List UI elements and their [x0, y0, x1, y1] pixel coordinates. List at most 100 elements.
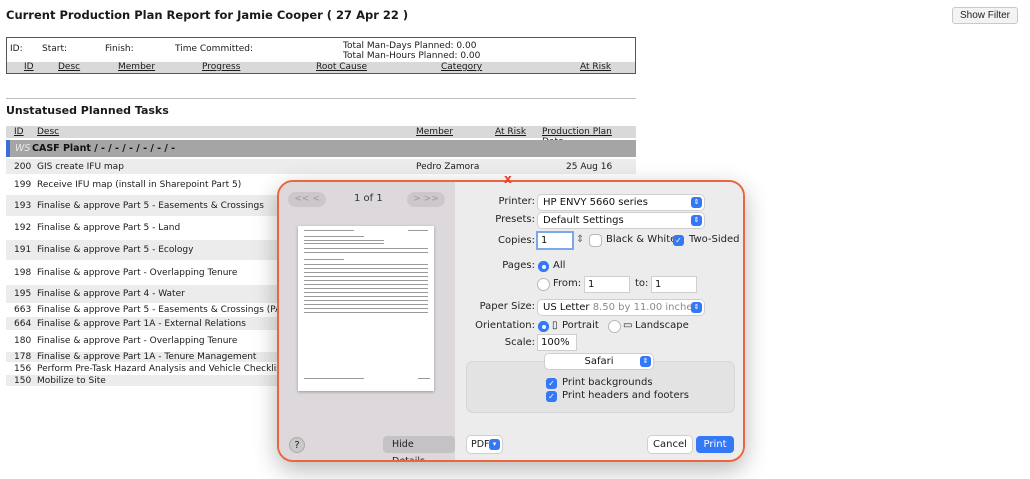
copies-input[interactable]: 1 — [538, 233, 572, 248]
print-headers-label: Print headers and footers — [562, 390, 689, 401]
portrait-icon: ▯ — [552, 320, 558, 331]
summary-finish-label: Finish: — [105, 44, 134, 54]
summary-col-category[interactable]: Category — [441, 62, 482, 72]
task-id: 156 — [14, 364, 32, 374]
task-desc: Finalise & approve Part 5 - Ecology — [37, 245, 194, 255]
preview-line — [304, 312, 428, 313]
printer-value: HP ENVY 5660 series — [543, 197, 648, 208]
task-desc: Finalise & approve Part 1A - External Re… — [37, 319, 246, 329]
hide-details-button[interactable]: Hide Details — [383, 436, 455, 460]
task-id: 192 — [14, 223, 32, 233]
landscape-label: Landscape — [635, 320, 689, 331]
printer-label: Printer: — [498, 196, 535, 207]
total-man-hours: Total Man-Hours Planned: 0.00 — [343, 51, 481, 61]
preview-line — [304, 272, 428, 273]
presets-select[interactable]: Default Settings ⇕ — [538, 213, 704, 228]
workstream-name: CASF Plant / - / - / - / - / - / - — [32, 143, 176, 154]
cancel-button[interactable]: Cancel — [648, 436, 692, 453]
presets-label: Presets: — [495, 214, 535, 225]
landscape-radio[interactable] — [609, 321, 620, 332]
task-id: 195 — [14, 289, 32, 299]
task-id: 193 — [14, 201, 32, 211]
tasks-col-id[interactable]: ID — [14, 127, 24, 137]
unstatused-section-title: Unstatused Planned Tasks — [6, 104, 169, 117]
print-backgrounds-label: Print backgrounds — [562, 377, 653, 388]
tasks-col-member[interactable]: Member — [416, 127, 453, 137]
summary-box: ID: Start: Finish: Time Committed: Total… — [6, 37, 636, 74]
printer-select[interactable]: HP ENVY 5660 series ⇕ — [538, 195, 704, 210]
preview-line — [304, 236, 364, 237]
next-page-button[interactable]: > >> — [407, 192, 445, 207]
paper-size-select[interactable]: US Letter 8.50 by 11.00 inches ⇕ — [538, 300, 704, 315]
preview-line — [304, 230, 354, 231]
app-section-select[interactable]: Safari ⇕ — [545, 354, 653, 369]
task-id: 198 — [14, 268, 32, 278]
task-desc: GIS create IFU map — [37, 162, 124, 172]
pages-range-radio[interactable] — [538, 279, 549, 290]
preview-line — [304, 240, 384, 241]
chevron-down-icon: ▾ — [489, 439, 500, 450]
page-count: 1 of 1 — [354, 193, 383, 204]
preview-line — [304, 308, 428, 309]
total-man-days: Total Man-Days Planned: 0.00 — [343, 41, 477, 51]
chevron-updown-icon: ⇕ — [691, 302, 702, 313]
paper-size-label: Paper Size: — [479, 301, 535, 312]
help-button[interactable]: ? — [289, 437, 305, 453]
task-desc: Finalise & approve Part 5 - Land — [37, 223, 181, 233]
black-white-checkbox[interactable] — [590, 235, 601, 246]
scale-input[interactable]: 100% — [538, 335, 576, 350]
workstream-prefix: WS — [15, 143, 31, 154]
print-button[interactable]: Print — [696, 436, 734, 453]
portrait-radio[interactable] — [538, 321, 549, 332]
pages-to-input[interactable]: 1 — [652, 277, 696, 292]
tasks-col-desc[interactable]: Desc — [37, 127, 59, 137]
summary-col-member[interactable]: Member — [118, 62, 155, 72]
app-section-value: Safari — [584, 356, 614, 367]
black-white-label: Black & White — [606, 234, 677, 245]
tasks-col-at-risk[interactable]: At Risk — [495, 127, 526, 137]
pages-from-input[interactable]: 1 — [585, 277, 629, 292]
two-sided-checkbox[interactable]: ✓ — [673, 235, 684, 246]
summary-col-id[interactable]: ID — [24, 62, 34, 72]
task-desc: Mobilize to Site — [37, 376, 106, 386]
print-backgrounds-checkbox[interactable]: ✓ — [546, 378, 557, 389]
preview-pane: << < 1 of 1 > >> ? Hide Details — [279, 182, 455, 460]
preview-line — [304, 288, 428, 289]
close-icon[interactable]: x — [504, 172, 512, 186]
copies-stepper-icon[interactable]: ⇕ — [576, 234, 584, 245]
task-id: 200 — [14, 162, 32, 172]
chevron-updown-icon: ⇕ — [691, 197, 702, 208]
summary-col-desc[interactable]: Desc — [58, 62, 80, 72]
page-preview-thumbnail[interactable] — [298, 226, 434, 391]
summary-col-at-risk[interactable]: At Risk — [580, 62, 611, 72]
task-desc: Receive IFU map (install in Sharepoint P… — [37, 180, 242, 190]
print-headers-checkbox[interactable]: ✓ — [546, 391, 557, 402]
task-id: 191 — [14, 245, 32, 255]
preview-line — [304, 264, 428, 265]
copies-label: Copies: — [498, 235, 535, 246]
pdf-menu-button[interactable]: PDF ▾ — [467, 436, 502, 453]
tasks-table-header: ID Desc Member At Risk Production Plan D… — [6, 126, 636, 147]
prev-page-button[interactable]: << < — [288, 192, 326, 207]
preview-line — [304, 296, 428, 297]
task-member: Pedro Zamora — [416, 162, 480, 172]
table-row[interactable]: 200 GIS create IFU map Pedro Zamora 25 Aug … — [6, 159, 636, 175]
presets-value: Default Settings — [543, 215, 624, 226]
safari-options-box: Safari ⇕ ✓ Print backgrounds ✓ Print hea… — [467, 354, 734, 412]
summary-col-progress[interactable]: Progress — [202, 62, 240, 72]
summary-time-committed-label: Time Committed: — [175, 44, 254, 54]
summary-col-root-cause[interactable]: Root Cause — [316, 62, 367, 72]
preview-line — [304, 280, 428, 281]
scale-label: Scale: — [504, 337, 535, 348]
two-sided-label: Two-Sided — [689, 234, 740, 245]
task-desc: Finalise & approve Part - Overlapping Te… — [37, 336, 238, 346]
task-id: 664 — [14, 319, 32, 329]
pages-all-radio[interactable] — [538, 261, 549, 272]
preview-line — [304, 304, 428, 305]
paper-size-value: US Letter — [543, 302, 590, 313]
section-divider — [6, 98, 636, 99]
task-desc: Finalise & approve Part 4 - Water — [37, 289, 185, 299]
report-title: Current Production Plan Report for Jamie… — [6, 8, 409, 22]
show-filter-button[interactable]: Show Filter — [951, 7, 1018, 24]
task-id: 178 — [14, 352, 32, 362]
